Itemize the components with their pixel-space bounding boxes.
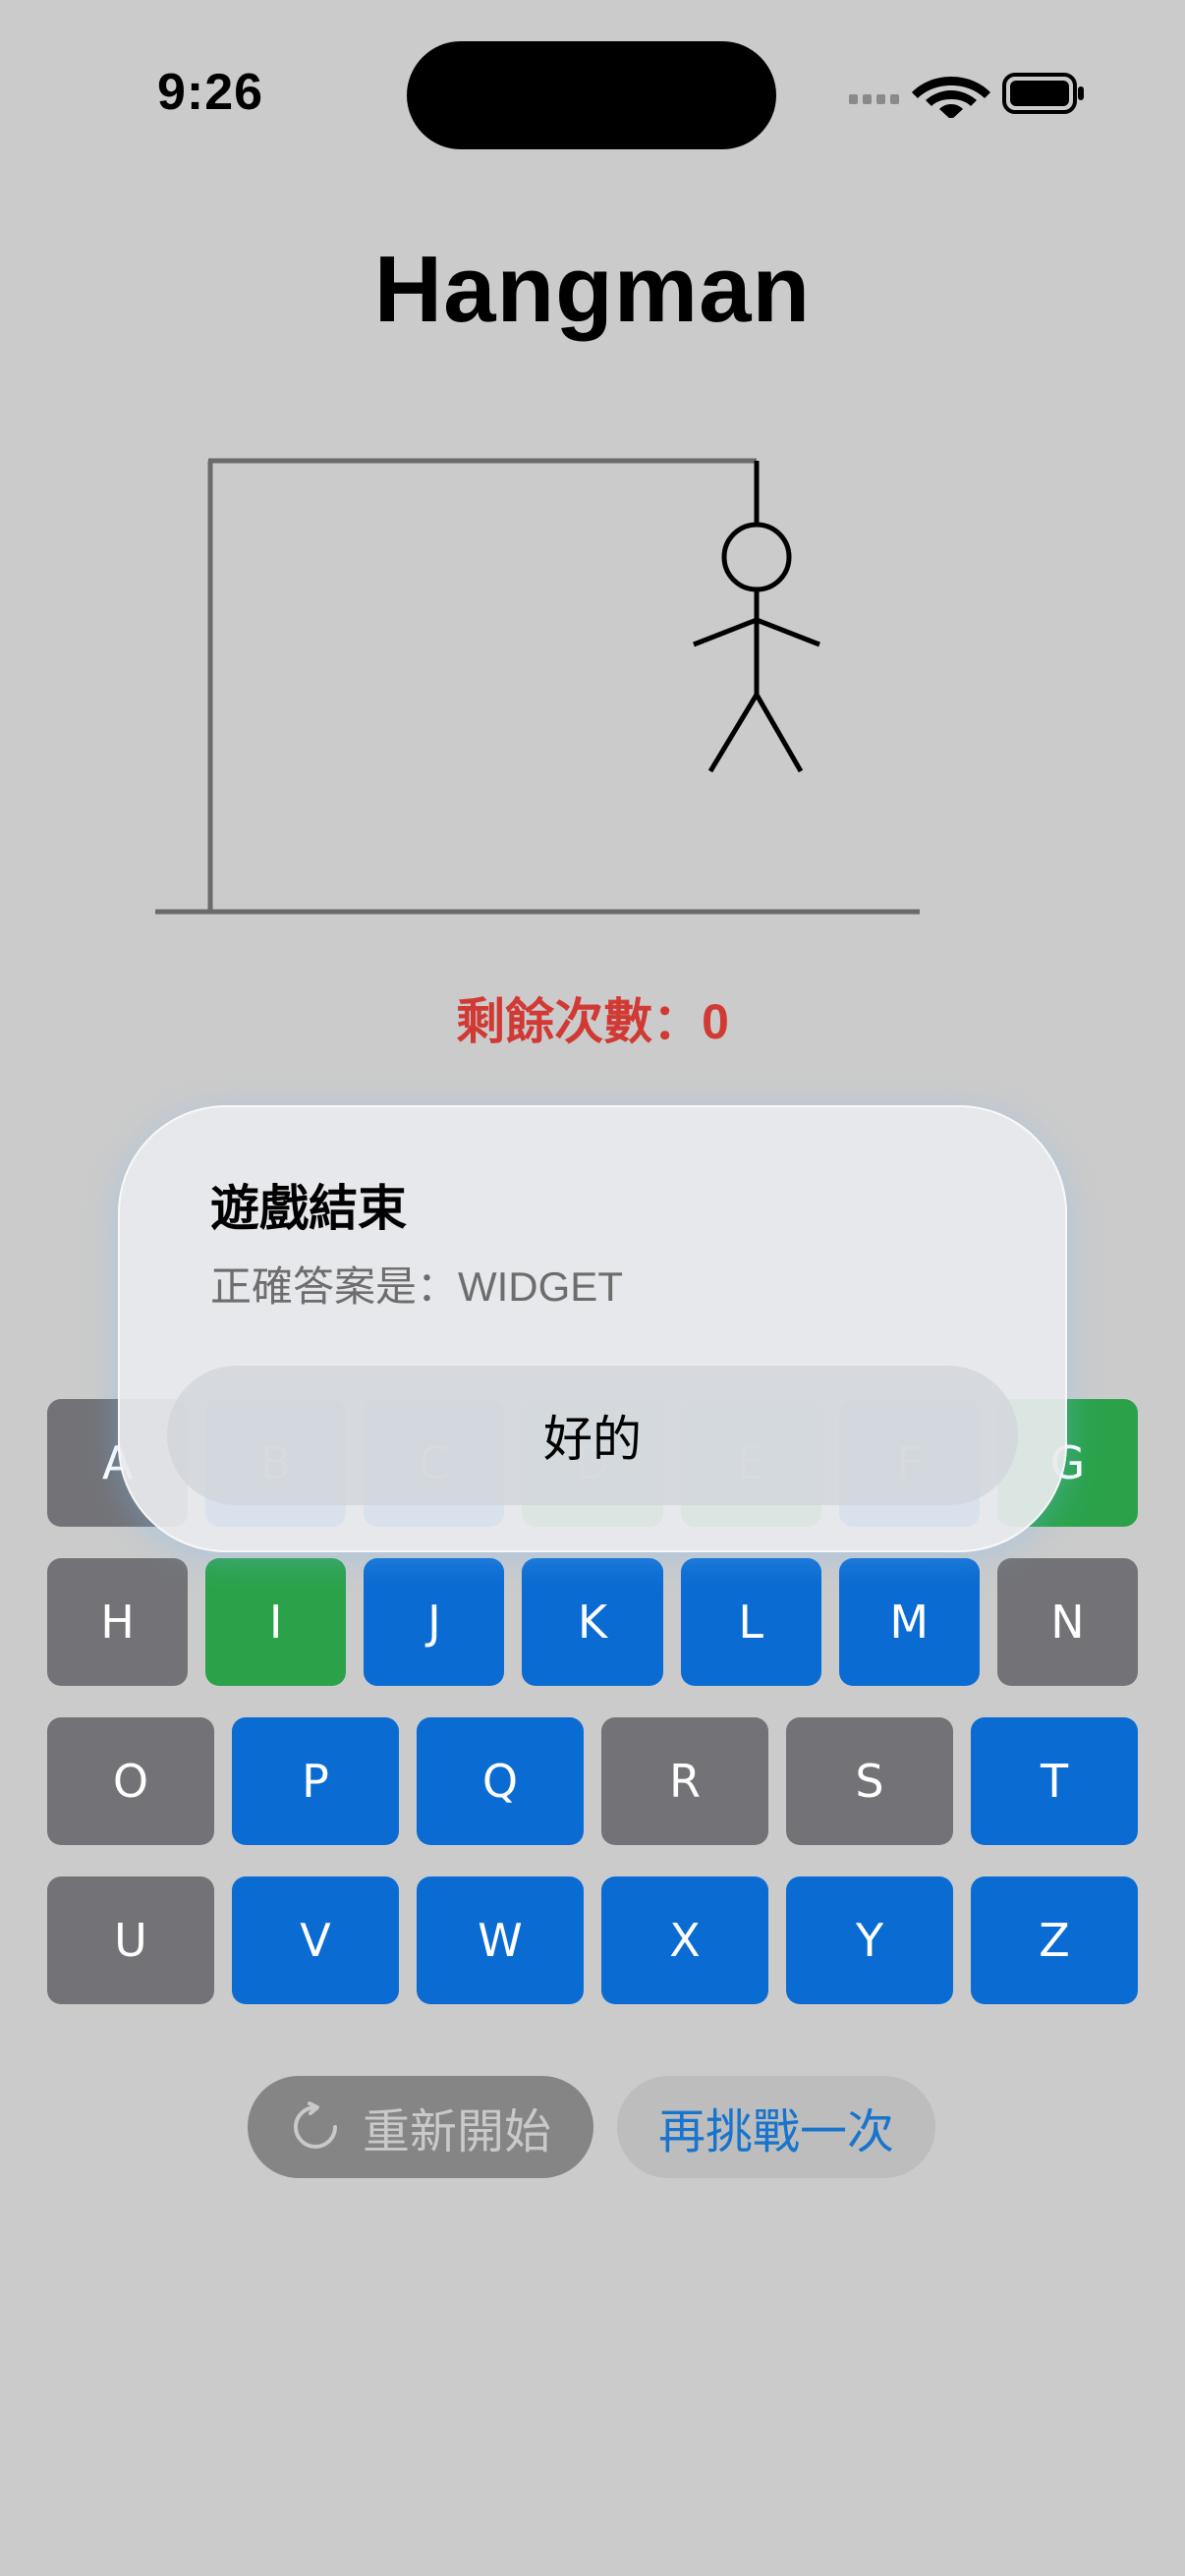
stickman-left-arm: [693, 617, 758, 647]
stickman-head: [721, 522, 792, 592]
dynamic-island: [407, 41, 776, 149]
restart-button[interactable]: 重新開始: [248, 2076, 593, 2178]
key-h[interactable]: H: [47, 1558, 189, 1686]
remaining-label: 剩餘次數：: [456, 994, 703, 1049]
key-l[interactable]: L: [680, 1558, 821, 1686]
key-y[interactable]: Y: [786, 1876, 953, 2004]
key-x[interactable]: X: [601, 1876, 768, 2004]
key-t[interactable]: T: [971, 1717, 1138, 1845]
key-z[interactable]: Z: [971, 1876, 1138, 2004]
key-v[interactable]: V: [232, 1876, 399, 2004]
page-title: Hangman: [373, 237, 812, 342]
key-w[interactable]: W: [417, 1876, 584, 2004]
key-p[interactable]: P: [232, 1717, 399, 1845]
refresh-icon: [294, 2101, 337, 2149]
key-m[interactable]: M: [838, 1558, 980, 1686]
stickman-left-leg: [707, 693, 760, 773]
dialog-message: 正確答案是：WIDGET: [210, 1263, 623, 1310]
key-q[interactable]: Q: [417, 1717, 584, 1845]
key-u[interactable]: U: [47, 1876, 214, 2004]
hangman-drawing: [155, 458, 920, 915]
dialog-ok-button[interactable]: 好的: [167, 1366, 1018, 1505]
key-n[interactable]: N: [996, 1558, 1138, 1686]
key-o[interactable]: O: [47, 1717, 214, 1845]
remaining-count: 0: [702, 994, 729, 1049]
battery-icon: [1002, 73, 1084, 114]
key-j[interactable]: J: [364, 1558, 505, 1686]
status-icons: [849, 73, 1084, 118]
retry-label: 再挑戰一次: [657, 2106, 894, 2158]
retry-button[interactable]: 再挑戰一次: [617, 2076, 935, 2178]
dialog-title: 遊戲結束: [210, 1181, 407, 1236]
key-i[interactable]: I: [205, 1558, 347, 1686]
stickman-right-leg: [754, 693, 804, 773]
status-time: 9:26: [157, 64, 264, 121]
key-r[interactable]: R: [601, 1717, 768, 1845]
cellular-signal-icon: [849, 94, 899, 104]
key-k[interactable]: K: [522, 1558, 663, 1686]
stickman-right-arm: [756, 617, 820, 647]
dialog-ok-label: 好的: [543, 1412, 642, 1467]
restart-label: 重新開始: [362, 2106, 551, 2158]
key-s[interactable]: S: [786, 1717, 953, 1845]
remaining-attempts: 剩餘次數：0: [0, 982, 1185, 1053]
wifi-icon: [912, 77, 990, 118]
